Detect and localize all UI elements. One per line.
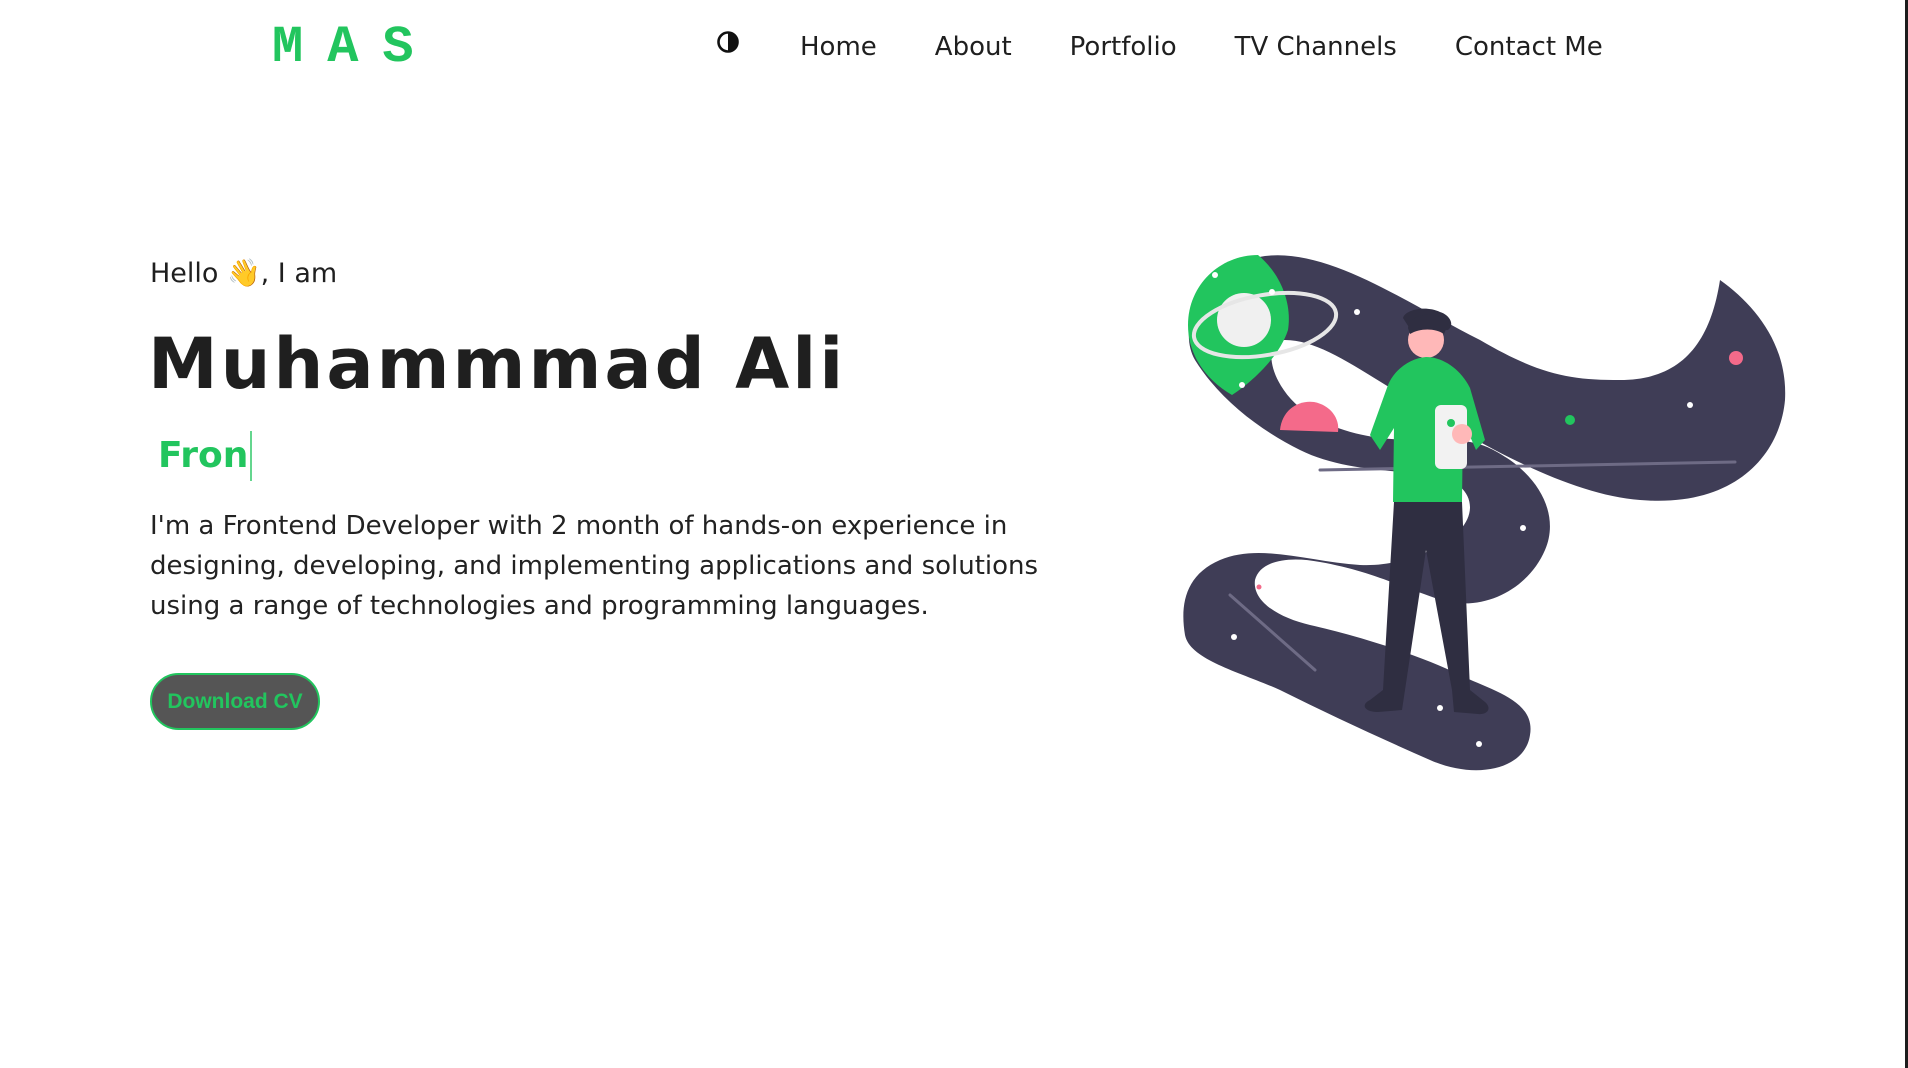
hero-greeting: Hello 👋, I am [150, 258, 338, 289]
main-nav: Home About Portfolio TV Channels Contact… [800, 29, 1603, 65]
download-cv-button[interactable]: Download CV [150, 673, 320, 730]
typed-role-text: Fron [158, 435, 249, 476]
small-pink-star-shape [1256, 584, 1262, 590]
site-logo[interactable]: MAS [272, 18, 438, 78]
typing-caret [250, 431, 253, 481]
green-star-shape [1565, 415, 1575, 425]
nav-tv-channels[interactable]: TV Channels [1235, 29, 1397, 65]
nav-home[interactable]: Home [800, 29, 877, 65]
planet-core-shape [1217, 293, 1271, 347]
theme-toggle-icon[interactable] [714, 28, 742, 56]
typed-role: Fron [158, 430, 253, 482]
space-developer-illustration [1183, 255, 1786, 771]
pink-star-shape [1729, 351, 1743, 365]
nav-portfolio[interactable]: Portfolio [1070, 29, 1177, 65]
nav-contact[interactable]: Contact Me [1455, 29, 1603, 65]
hero-bio: I'm a Frontend Developer with 2 month of… [150, 511, 1039, 621]
nav-about[interactable]: About [935, 29, 1012, 65]
hero-name: Muhammmad Ali [148, 323, 847, 405]
